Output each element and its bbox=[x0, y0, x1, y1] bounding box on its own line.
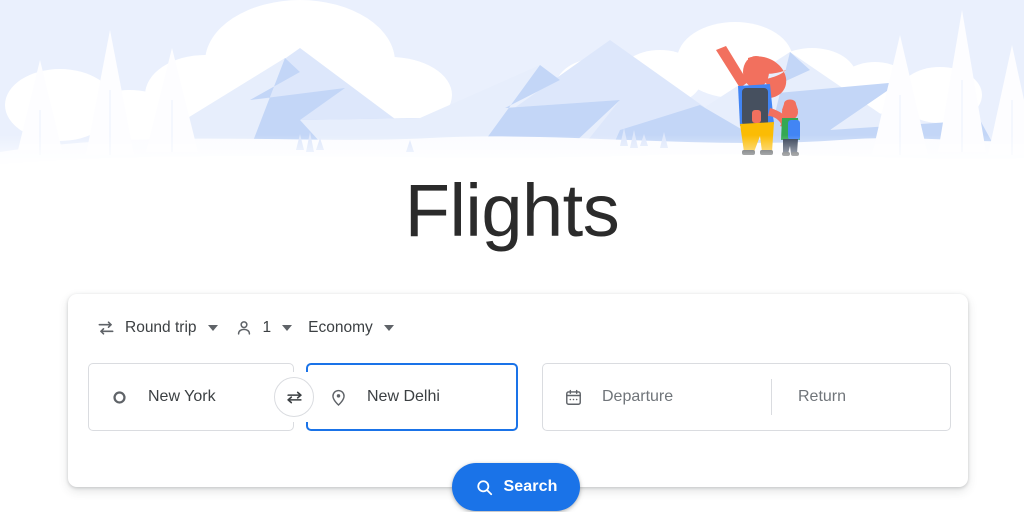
return-placeholder: Return bbox=[798, 388, 847, 405]
chevron-down-icon bbox=[282, 325, 293, 331]
flight-search-card: Round trip 1 Economy New York New Delhi … bbox=[68, 294, 968, 487]
calendar-icon bbox=[561, 388, 585, 407]
page-title: Flights bbox=[404, 169, 620, 252]
search-icon bbox=[475, 478, 494, 497]
search-button-label: Search bbox=[503, 478, 558, 495]
person-icon bbox=[234, 318, 254, 338]
departure-placeholder: Departure bbox=[602, 388, 674, 405]
circle-outline-icon bbox=[107, 389, 131, 406]
date-range-input: Departure Return bbox=[542, 363, 951, 431]
cabin-class-label: Economy bbox=[308, 319, 373, 336]
search-options-row: Round trip 1 Economy bbox=[88, 308, 402, 348]
chevron-down-icon bbox=[207, 325, 218, 331]
origin-destination-group: New York New Delhi bbox=[88, 363, 518, 431]
search-fields-row: New York New Delhi Departure Return bbox=[88, 362, 951, 432]
search-button[interactable]: Search bbox=[452, 463, 580, 511]
destination-value: New Delhi bbox=[367, 388, 440, 405]
chevron-down-icon bbox=[383, 325, 394, 331]
passengers-count: 1 bbox=[262, 319, 272, 336]
departure-date-input[interactable]: Departure bbox=[543, 364, 771, 430]
origin-value: New York bbox=[148, 388, 216, 405]
hero-artwork bbox=[0, 0, 1024, 175]
trip-type-label: Round trip bbox=[125, 319, 197, 336]
swap-horizontal-icon bbox=[96, 318, 116, 338]
swap-locations-button[interactable] bbox=[274, 377, 314, 417]
cabin-class-selector[interactable]: Economy bbox=[300, 309, 402, 347]
swap-arrows-icon bbox=[286, 391, 302, 403]
location-pin-icon bbox=[326, 388, 350, 407]
destination-input[interactable]: New Delhi bbox=[306, 363, 518, 431]
trip-type-selector[interactable]: Round trip bbox=[88, 309, 226, 347]
hero-illustration bbox=[0, 0, 1024, 175]
origin-input[interactable]: New York bbox=[88, 363, 294, 431]
passengers-selector[interactable]: 1 bbox=[226, 309, 301, 347]
google-flights-page: Flights Round trip 1 Economy New York Ne… bbox=[0, 0, 1024, 512]
return-date-input[interactable]: Return bbox=[772, 364, 950, 430]
